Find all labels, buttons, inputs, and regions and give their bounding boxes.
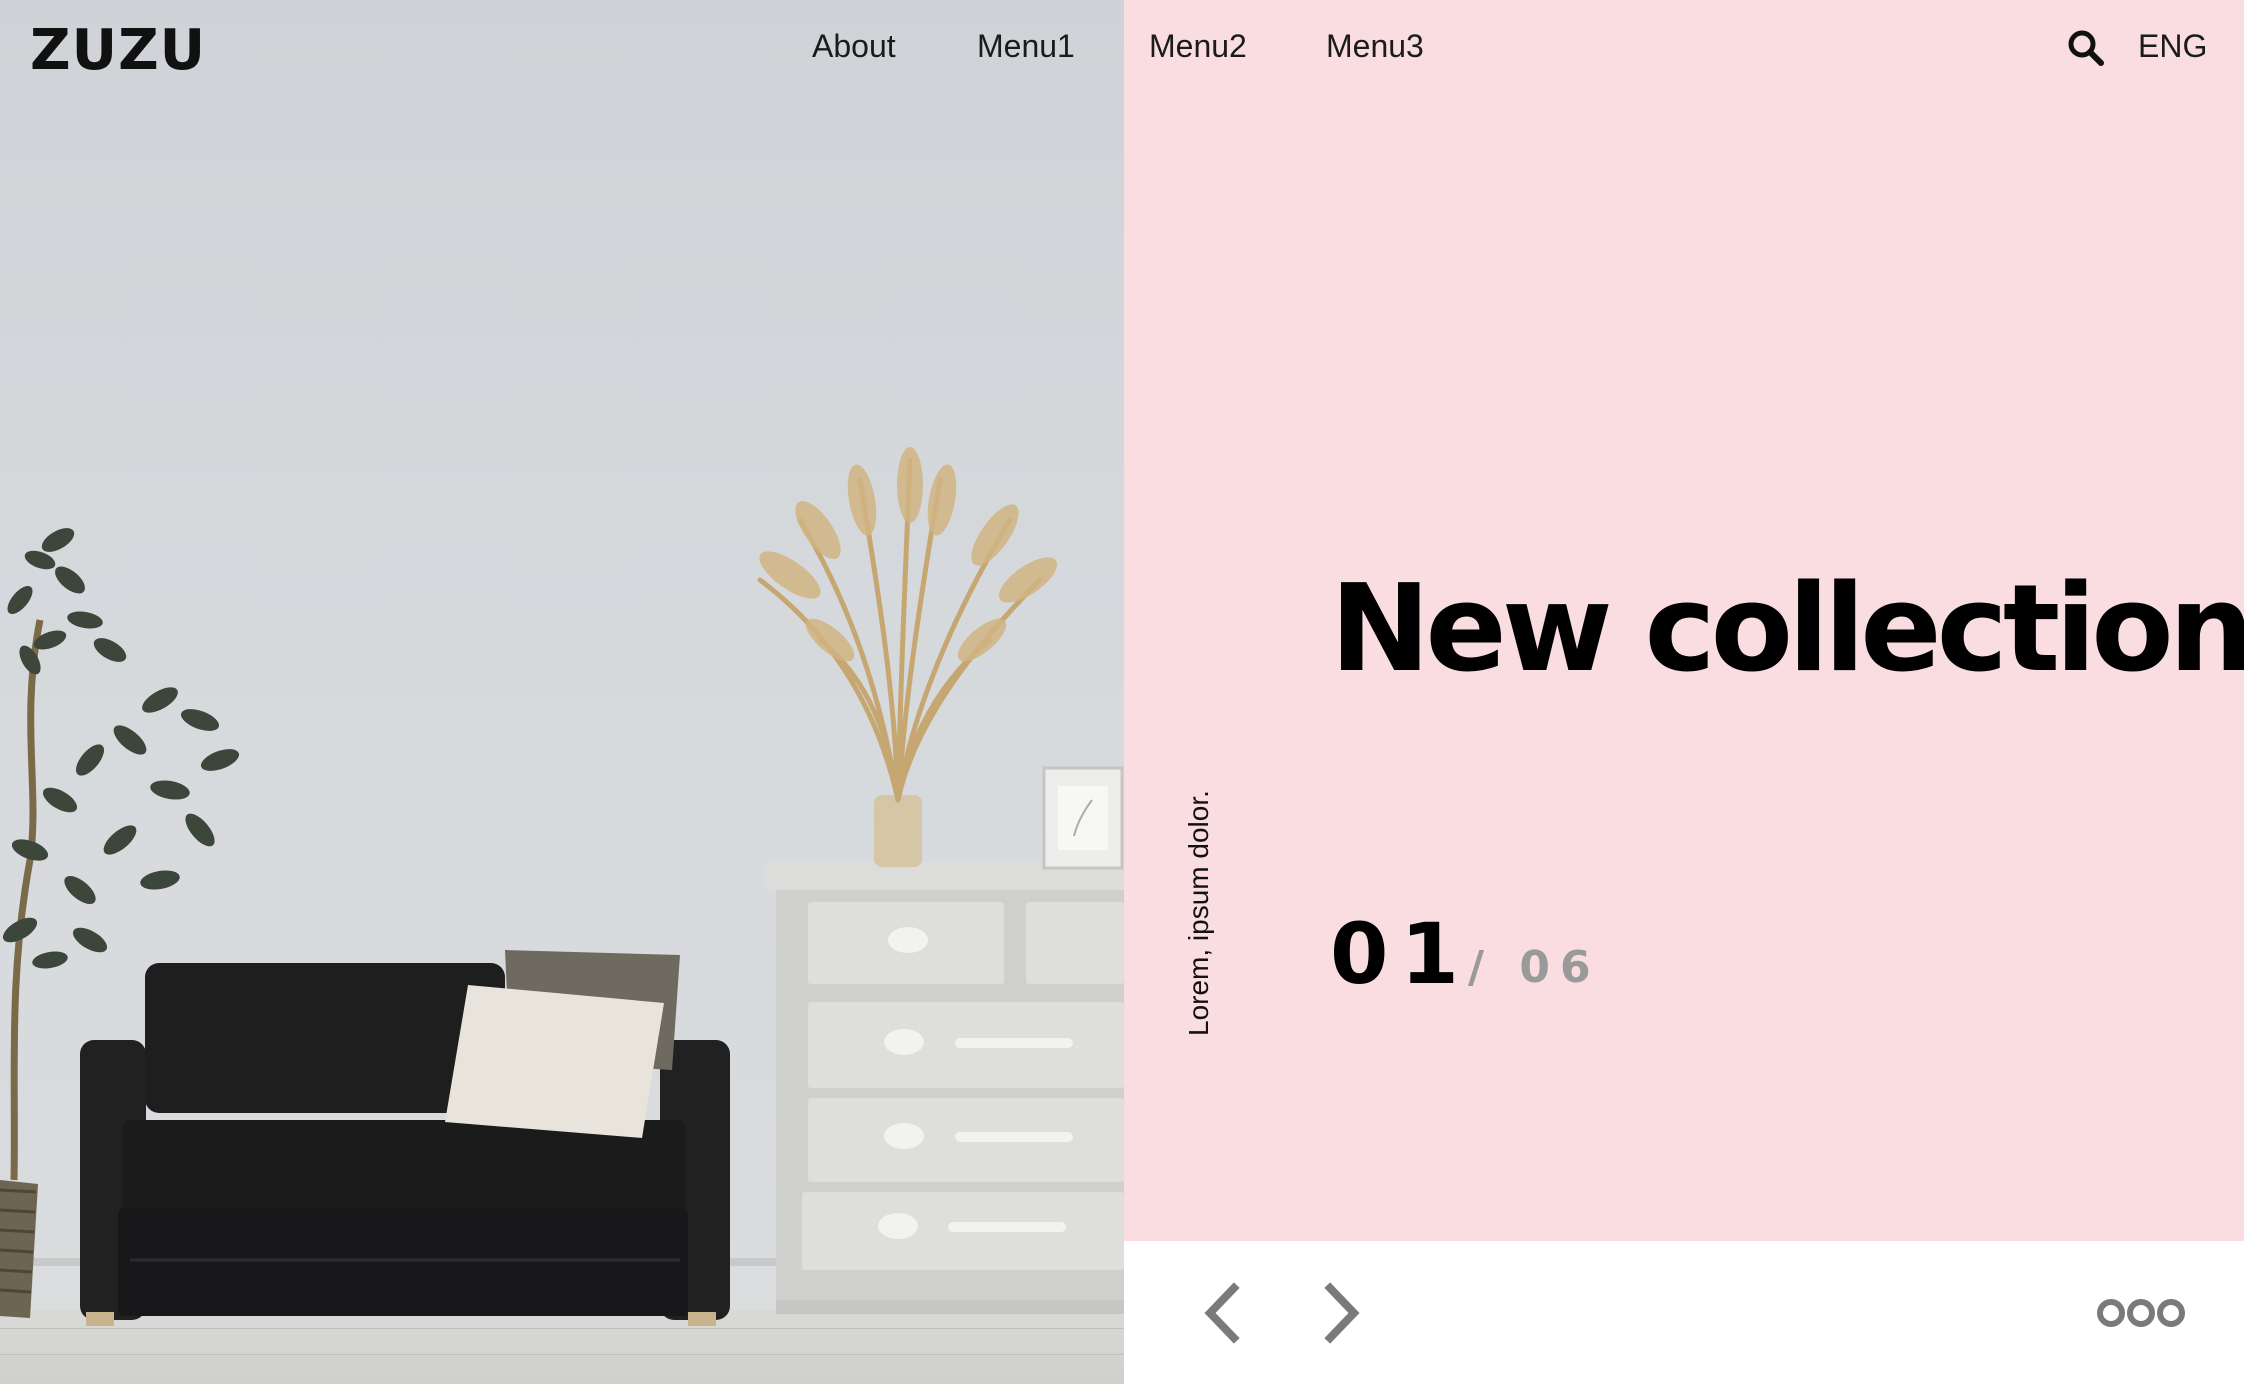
slide-counter-current: 01 [1330,905,1471,1003]
nav-link-about[interactable]: About [812,28,896,65]
prev-slide-button[interactable] [1196,1282,1256,1344]
next-slide-button[interactable] [1310,1282,1370,1344]
interior-illustration [0,447,1124,1326]
slider-controls-bar [1124,1241,2244,1384]
search-icon [2068,30,2104,66]
more-dots-icon [2097,1299,2185,1327]
nav-link-menu3[interactable]: Menu3 [1326,28,1424,65]
more-options-button[interactable] [2096,1296,2186,1330]
logo[interactable]: ZUZU [30,18,206,83]
vertical-caption: Lorem, ipsum dolor. [1183,790,1214,1036]
hero-image [0,0,1124,1384]
slide-counter-total: / 06 [1468,942,1601,993]
nav-link-menu1[interactable]: Menu1 [977,28,1075,65]
chevron-left-icon [1204,1282,1240,1344]
nav-link-menu2[interactable]: Menu2 [1149,28,1247,65]
hero-headline: New collection [1330,560,2244,699]
language-selector[interactable]: ENG [2138,28,2207,65]
search-button[interactable] [2066,28,2106,68]
chevron-right-icon [1324,1282,1360,1344]
